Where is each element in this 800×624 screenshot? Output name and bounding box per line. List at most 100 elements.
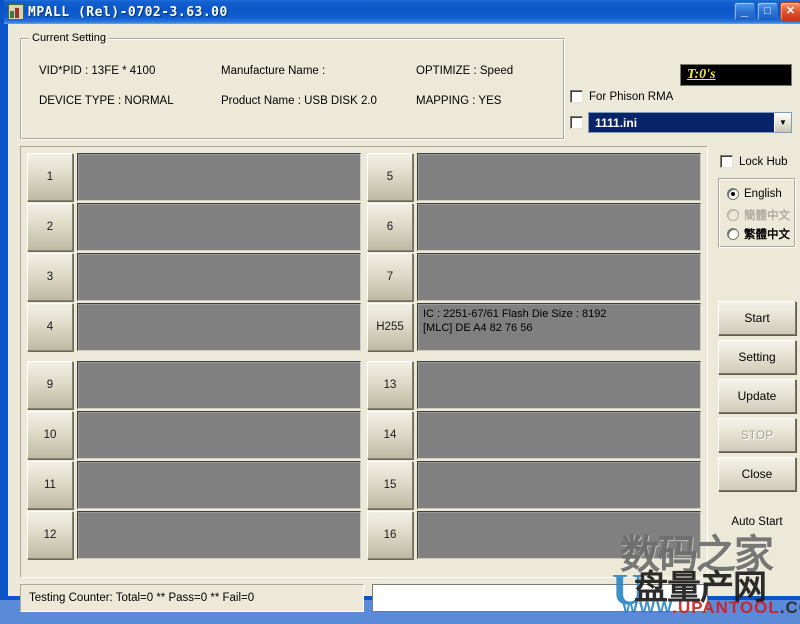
phison-rma-checkbox[interactable] xyxy=(570,90,583,103)
phison-rma-row[interactable]: For Phison RMA xyxy=(570,90,673,103)
minimize-button[interactable]: _ xyxy=(734,2,755,21)
ini-file-combobox[interactable]: 1111.ini ▼ xyxy=(588,112,792,133)
mapping-label: MAPPING : YES xyxy=(416,95,501,107)
port-status-cell-5 xyxy=(417,153,701,201)
port-row: 2 xyxy=(27,203,361,251)
current-setting-legend: Current Setting xyxy=(29,32,109,44)
lock-hub-row[interactable]: Lock Hub xyxy=(720,155,788,168)
radio-indicator-traditional-chinese[interactable] xyxy=(727,228,739,240)
timer-display: T:0's xyxy=(680,64,792,86)
port-row: 12 xyxy=(27,511,361,559)
port-status-cell-14 xyxy=(417,411,701,459)
close-button[interactable]: Close xyxy=(718,457,796,491)
title-bar: MPALL (Rel)-0702-3.63.00 _ □ ✕ xyxy=(4,0,800,24)
testing-counter-text: Testing Counter: Total=0 ** Pass=0 ** Fa… xyxy=(29,592,254,604)
port-button-1[interactable]: 1 xyxy=(27,153,73,201)
port-button-2[interactable]: 2 xyxy=(27,203,73,251)
start-button[interactable]: Start xyxy=(718,301,796,335)
auto-start-label: Auto Start xyxy=(718,516,796,528)
port-status-cell-15 xyxy=(417,461,701,509)
stop-button: STOP xyxy=(718,418,796,452)
port-button-7[interactable]: 7 xyxy=(367,253,413,301)
language-label-simplified-chinese: 簡體中文 xyxy=(744,207,790,223)
port-status-cell-10 xyxy=(77,411,361,459)
ini-file-value: 1111.ini xyxy=(589,113,774,132)
port-button-16[interactable]: 16 xyxy=(367,511,413,559)
manufacture-name-label: Manufacture Name : xyxy=(221,65,325,77)
port-status-cell-16 xyxy=(417,511,701,559)
port-row: 3 xyxy=(27,253,361,301)
port-status-cell-2 xyxy=(77,203,361,251)
port-status-cell-7 xyxy=(417,253,701,301)
language-label-english: English xyxy=(744,188,782,200)
port-row: 1 xyxy=(27,153,361,201)
port-button-13[interactable]: 13 xyxy=(367,361,413,409)
port-button-14[interactable]: 14 xyxy=(367,411,413,459)
port-status-cell-4 xyxy=(77,303,361,351)
testing-counter-bar: Testing Counter: Total=0 ** Pass=0 ** Fa… xyxy=(20,584,364,612)
side-control-column: Lock Hub English 簡體中文 繁體中文 Start Settin xyxy=(714,146,798,578)
watermark-url-tld: COM xyxy=(786,598,800,617)
port-row: 13 xyxy=(367,361,701,409)
vid-pid-label: VID*PID : 13FE * 4100 xyxy=(39,65,155,77)
port-button-3[interactable]: 3 xyxy=(27,253,73,301)
port-row: 9 xyxy=(27,361,361,409)
language-radio-traditional-chinese[interactable]: 繁體中文 xyxy=(727,226,790,242)
device-type-label: DEVICE TYPE : NORMAL xyxy=(39,95,174,107)
port-row: 15 xyxy=(367,461,701,509)
port-button-11[interactable]: 11 xyxy=(27,461,73,509)
radio-indicator-simplified-chinese xyxy=(727,209,739,221)
port-status-line: [MLC] DE A4 82 76 56 xyxy=(423,321,695,335)
port-button-9[interactable]: 9 xyxy=(27,361,73,409)
port-status-cell-12 xyxy=(77,511,361,559)
ini-enable-checkbox[interactable] xyxy=(570,116,583,129)
radio-indicator-english[interactable] xyxy=(727,188,739,200)
language-radio-english[interactable]: English xyxy=(727,188,782,200)
port-button-6[interactable]: 6 xyxy=(367,203,413,251)
minimize-icon: _ xyxy=(735,3,754,20)
lock-hub-checkbox[interactable] xyxy=(720,155,733,168)
port-row: 6 xyxy=(367,203,701,251)
port-status-cell-11 xyxy=(77,461,361,509)
current-setting-group: Current Setting VID*PID : 13FE * 4100 DE… xyxy=(20,38,565,140)
port-button-4[interactable]: 4 xyxy=(27,303,73,351)
phison-rma-label: For Phison RMA xyxy=(589,91,673,103)
chevron-down-icon[interactable]: ▼ xyxy=(774,113,791,132)
language-radio-simplified-chinese: 簡體中文 xyxy=(727,207,790,223)
product-name-label: Product Name : USB DISK 2.0 xyxy=(221,95,377,107)
port-status-cell-6 xyxy=(417,203,701,251)
client-area: Current Setting VID*PID : 13FE * 4100 DE… xyxy=(8,24,800,596)
port-row: 4 xyxy=(27,303,361,351)
maximize-button[interactable]: □ xyxy=(757,2,778,21)
ports-panel: 12349101112567H255IC : 2251-67/61 Flash … xyxy=(20,146,708,578)
port-status-cell-9 xyxy=(77,361,361,409)
port-button-H255[interactable]: H255 xyxy=(367,303,413,351)
maximize-icon: □ xyxy=(758,3,777,20)
port-status-line: IC : 2251-67/61 Flash Die Size : 8192 xyxy=(423,307,695,321)
port-button-12[interactable]: 12 xyxy=(27,511,73,559)
port-row: 11 xyxy=(27,461,361,509)
port-button-15[interactable]: 15 xyxy=(367,461,413,509)
port-status-cell-1 xyxy=(77,153,361,201)
language-group: English 簡體中文 繁體中文 xyxy=(718,178,796,248)
log-panel[interactable] xyxy=(372,584,708,612)
window-buttons: _ □ ✕ xyxy=(734,2,800,21)
window-title: MPALL (Rel)-0702-3.63.00 xyxy=(28,5,228,20)
watermark-url-dot2: . xyxy=(780,598,786,617)
language-label-traditional-chinese: 繁體中文 xyxy=(744,226,790,242)
update-button[interactable]: Update xyxy=(718,379,796,413)
port-row: 16 xyxy=(367,511,701,559)
optimize-label: OPTIMIZE : Speed xyxy=(416,65,513,77)
port-row: 7 xyxy=(367,253,701,301)
port-row: 14 xyxy=(367,411,701,459)
port-row: 10 xyxy=(27,411,361,459)
setting-button[interactable]: Setting xyxy=(718,340,796,374)
lock-hub-label: Lock Hub xyxy=(739,156,788,168)
port-button-5[interactable]: 5 xyxy=(367,153,413,201)
application-window: MPALL (Rel)-0702-3.63.00 _ □ ✕ Current S… xyxy=(0,0,800,600)
port-status-cell-3 xyxy=(77,253,361,301)
port-button-10[interactable]: 10 xyxy=(27,411,73,459)
close-window-button[interactable]: ✕ xyxy=(780,2,800,21)
port-status-cell-13 xyxy=(417,361,701,409)
port-row: H255 IC : 2251-67/61 Flash Die Size : 819… xyxy=(367,303,701,351)
